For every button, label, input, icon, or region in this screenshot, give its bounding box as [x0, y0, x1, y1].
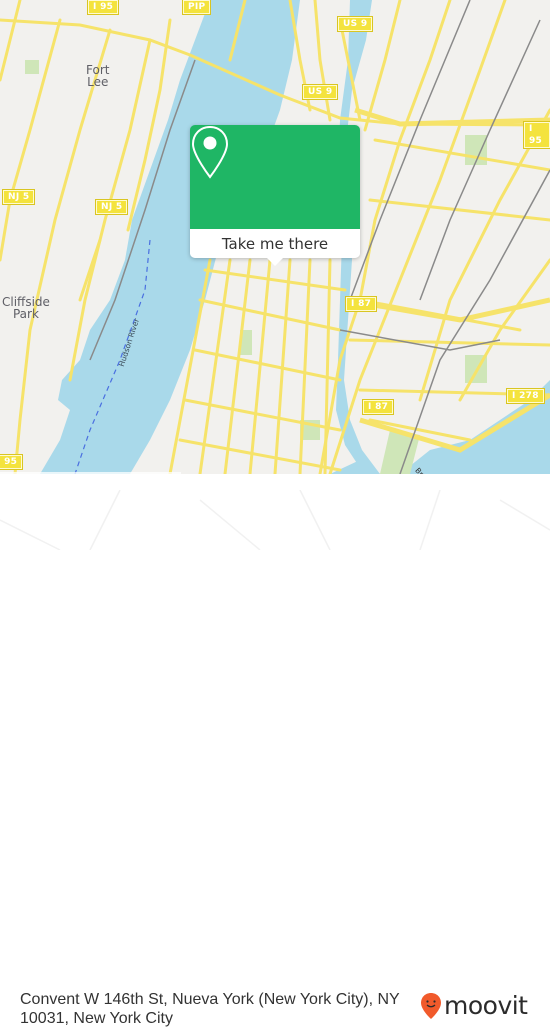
highway-shield-nj5: NJ 5: [94, 199, 129, 215]
highway-shield-i95: I 95: [523, 121, 550, 149]
map-attribution[interactable]: © OpenStreetMap contributors: [0, 472, 181, 474]
highway-shield-us9: US 9: [336, 16, 374, 32]
highway-shield-i87: I 87: [344, 296, 378, 312]
address-text: Convent W 146th St, Nueva York (New York…: [20, 991, 400, 1027]
park: [25, 60, 39, 74]
popup-pointer: [267, 258, 283, 266]
highway-shield-i278: I 278: [506, 388, 545, 404]
map-view[interactable]: Fort Lee Cliffside Park Hudson River Bro…: [0, 0, 550, 474]
moovit-logo[interactable]: moovit: [420, 992, 528, 1020]
highway-shield-i87: I 87: [361, 399, 395, 415]
place-label-fort-lee: Fort Lee: [86, 64, 109, 88]
highway-shield-pip: PIP: [181, 0, 212, 15]
moovit-wordmark: moovit: [444, 991, 528, 1020]
popup-header: [190, 125, 360, 229]
map-pin-icon: [191, 125, 229, 179]
place-label-line: Lee: [87, 75, 109, 89]
place-label-line: Park: [12, 307, 39, 321]
highway-shield-us9: US 9: [301, 84, 339, 100]
place-label-cliffside-park: Cliffside Park: [2, 296, 50, 320]
highway-shield-nj5: NJ 5: [1, 189, 36, 205]
highway-shield-i95: I 95: [86, 0, 120, 15]
take-me-there-button[interactable]: Take me there: [190, 229, 360, 258]
location-popup: Take me there: [190, 125, 360, 266]
moovit-face-pin-icon: [421, 993, 441, 1019]
footer-background-pattern: [0, 490, 550, 550]
footer: Convent W 146th St, Nueva York (New York…: [0, 490, 550, 1027]
highway-shield-i95: I 95: [0, 454, 24, 470]
